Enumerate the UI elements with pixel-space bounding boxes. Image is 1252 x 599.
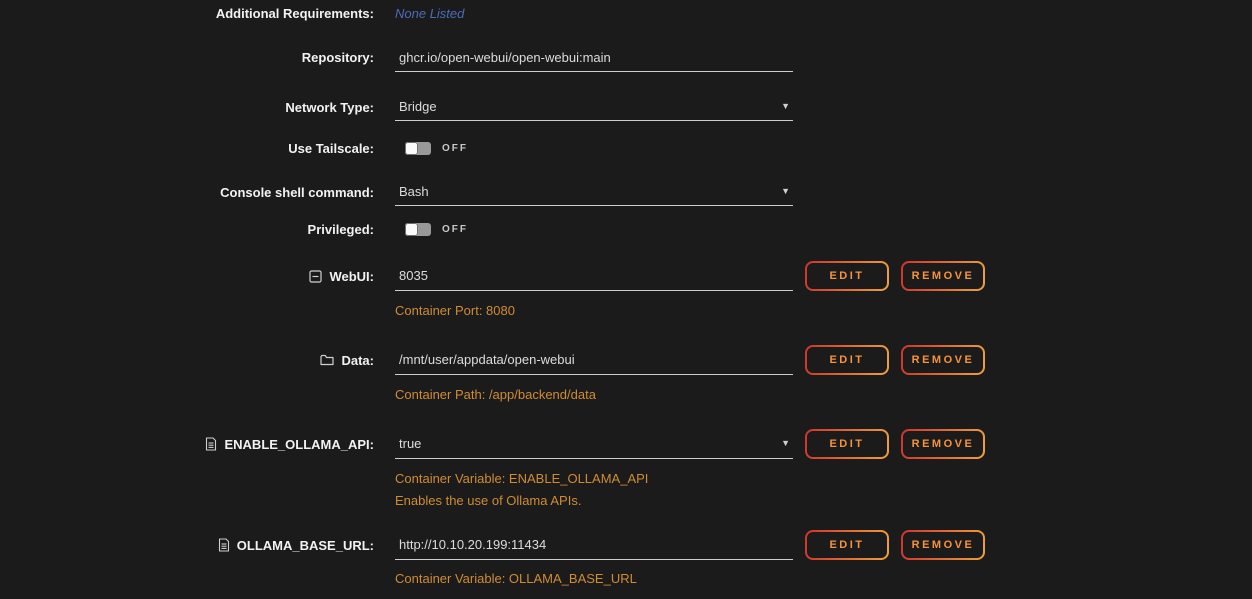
folder-icon [320, 354, 334, 366]
privileged-label: Privileged: [0, 221, 374, 237]
use-tailscale-state: OFF [442, 143, 468, 154]
row-network-type: Network Type: Bridge ▼ [0, 93, 1252, 121]
row-use-tailscale: Use Tailscale: OFF [0, 140, 1252, 156]
chevron-down-icon: ▼ [781, 187, 790, 196]
ollama-base-url-remove-button[interactable]: REMOVE [901, 530, 985, 560]
enable-ollama-api-label: ENABLE_OLLAMA_API: [224, 437, 374, 452]
console-shell-command-selected-value: Bash [399, 184, 429, 199]
webui-port-input[interactable] [395, 261, 793, 291]
row-ollama-base-url: OLLAMA_BASE_URL: EDIT REMOVE [0, 530, 1252, 560]
privileged-toggle[interactable] [405, 223, 431, 236]
toggle-knob [405, 142, 418, 155]
use-tailscale-toggle[interactable] [405, 142, 431, 155]
data-label: Data: [341, 353, 374, 368]
network-type-select[interactable]: Bridge ▼ [395, 93, 793, 121]
enable-ollama-api-edit-button[interactable]: EDIT [805, 429, 889, 459]
row-webui-port: WebUI: EDIT REMOVE [0, 261, 1252, 291]
webui-remove-button[interactable]: REMOVE [901, 261, 985, 291]
docker-container-settings-form: Additional Requirements: None Listed Rep… [0, 0, 1252, 599]
additional-requirements-value: None Listed [395, 4, 464, 23]
enable-ollama-api-description-text: Enables the use of Ollama APIs. [395, 493, 581, 508]
webui-help-text: Container Port: 8080 [395, 303, 515, 318]
enable-ollama-api-remove-button[interactable]: REMOVE [901, 429, 985, 459]
data-path-input[interactable] [395, 345, 793, 375]
chevron-down-icon: ▼ [781, 439, 790, 448]
chevron-down-icon: ▼ [781, 102, 790, 111]
row-data-path: Data: EDIT REMOVE [0, 345, 1252, 375]
ollama-base-url-edit-button[interactable]: EDIT [805, 530, 889, 560]
ollama-base-url-input[interactable] [395, 530, 793, 560]
data-edit-button[interactable]: EDIT [805, 345, 889, 375]
enable-ollama-api-select[interactable]: true ▼ [395, 429, 793, 459]
console-shell-command-label: Console shell command: [0, 178, 374, 206]
network-type-selected-value: Bridge [399, 99, 437, 114]
privileged-state: OFF [442, 224, 468, 235]
row-repository: Repository: [0, 43, 1252, 72]
enable-ollama-api-selected-value: true [399, 436, 421, 451]
toggle-knob [405, 223, 418, 236]
file-text-icon [218, 538, 230, 552]
console-shell-command-select[interactable]: Bash ▼ [395, 178, 793, 206]
use-tailscale-label: Use Tailscale: [0, 140, 374, 156]
ollama-base-url-help-text: Container Variable: OLLAMA_BASE_URL [395, 571, 637, 586]
repository-input[interactable] [395, 43, 793, 72]
row-enable-ollama-api: ENABLE_OLLAMA_API: true ▼ EDIT REMOVE [0, 429, 1252, 459]
row-additional-requirements: Additional Requirements: None Listed [0, 4, 1252, 23]
repository-label: Repository: [0, 43, 374, 72]
data-help-text: Container Path: /app/backend/data [395, 387, 596, 402]
webui-label: WebUI: [329, 269, 374, 284]
row-console-shell-command: Console shell command: Bash ▼ [0, 178, 1252, 206]
webui-edit-button[interactable]: EDIT [805, 261, 889, 291]
square-minus-icon [309, 270, 322, 283]
network-type-label: Network Type: [0, 93, 374, 121]
enable-ollama-api-help-text: Container Variable: ENABLE_OLLAMA_API [395, 471, 648, 486]
data-remove-button[interactable]: REMOVE [901, 345, 985, 375]
ollama-base-url-label: OLLAMA_BASE_URL: [237, 538, 374, 553]
row-privileged: Privileged: OFF [0, 221, 1252, 237]
file-text-icon [205, 437, 217, 451]
additional-requirements-label: Additional Requirements: [0, 4, 374, 23]
